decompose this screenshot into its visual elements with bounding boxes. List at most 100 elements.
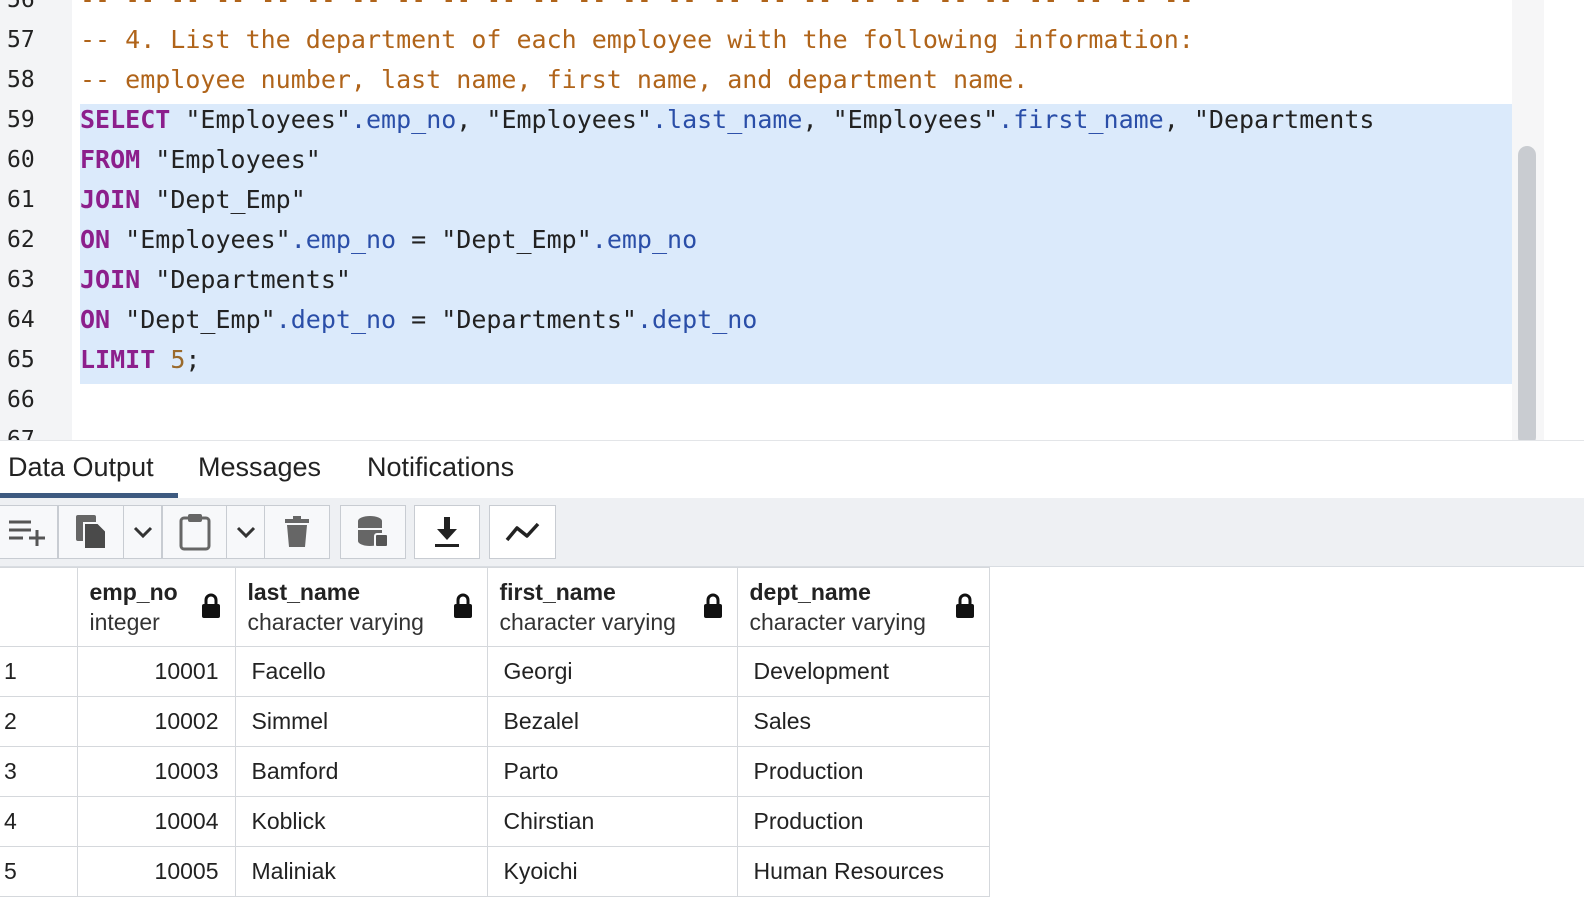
column-name: first_name (499, 579, 616, 605)
column-type: character varying (749, 609, 926, 635)
cell-emp-no[interactable]: 10001 (76, 646, 236, 697)
graph-visualiser-button[interactable] (489, 505, 556, 559)
editor-scrollbar-thumb[interactable] (1518, 146, 1536, 440)
chevron-down-icon (133, 525, 153, 539)
row-number[interactable]: 5 (0, 846, 78, 897)
table-row[interactable]: 1 10001 Facello Georgi Development (0, 646, 990, 697)
result-grid: emp_no integer last_name character varyi… (0, 567, 990, 897)
cell-first-name[interactable]: Georgi (486, 646, 738, 697)
code-line[interactable]: 58 -- employee number, last name, first n… (0, 60, 1544, 100)
column-header-dept-name[interactable]: dept_name character varying (736, 567, 990, 647)
sql-keyword: FROM (80, 145, 141, 174)
copy-button[interactable] (58, 505, 124, 559)
table-row[interactable]: 2 10002 Simmel Bezalel Sales (0, 696, 990, 747)
tab-notifications[interactable]: Notifications (359, 441, 522, 498)
paste-options-dropdown[interactable] (226, 505, 265, 559)
line-number: 66 (7, 387, 35, 413)
sql-text: = "Dept_Emp" (396, 225, 592, 254)
sql-text: "Employees" (170, 105, 351, 134)
sql-keyword: ON (80, 305, 111, 334)
lock-icon (453, 593, 473, 624)
row-number[interactable]: 1 (0, 646, 78, 697)
line-number: 64 (7, 307, 35, 333)
paste-button[interactable] (162, 505, 227, 559)
cell-last-name[interactable]: Bamford (234, 746, 488, 797)
code-line[interactable]: 63 JOIN "Departments" (0, 260, 1544, 300)
copy-options-dropdown[interactable] (123, 505, 162, 559)
cell-emp-no[interactable]: 10005 (76, 846, 236, 897)
cell-emp-no[interactable]: 10002 (76, 696, 236, 747)
delete-button[interactable] (264, 505, 330, 559)
column-name: last_name (247, 579, 361, 605)
code-line[interactable]: 64 ON "Dept_Emp".dept_no = "Departments".… (0, 300, 1544, 340)
sql-keyword: LIMIT (80, 345, 156, 374)
table-row[interactable]: 5 10005 Maliniak Kyoichi Human Resources (0, 846, 990, 897)
row-number[interactable]: 2 (0, 696, 78, 747)
cell-dept-name[interactable]: Human Resources (736, 846, 990, 897)
sql-keyword: SELECT (80, 105, 171, 134)
sql-text: = "Departments" (396, 305, 637, 334)
line-number: 59 (7, 107, 35, 133)
cell-first-name[interactable]: Bezalel (486, 696, 738, 747)
cell-first-name[interactable]: Kyoichi (486, 846, 738, 897)
cell-dept-name[interactable]: Sales (736, 696, 990, 747)
code-line[interactable]: 61 JOIN "Dept_Emp" (0, 180, 1544, 220)
lock-icon (955, 593, 975, 624)
sql-text: "Departments" (140, 265, 351, 294)
code-text: ON "Employees".emp_no = "Dept_Emp".emp_n… (80, 220, 697, 260)
download-button[interactable] (414, 505, 480, 559)
chevron-down-icon (236, 525, 256, 539)
copy-icon (74, 513, 108, 551)
code-line[interactable]: 66 (0, 380, 1544, 420)
code-line[interactable]: 57 -- 4. List the department of each empl… (0, 20, 1544, 60)
cell-dept-name[interactable]: Production (736, 796, 990, 847)
sql-text: ; (185, 345, 201, 374)
cell-first-name[interactable]: Parto (486, 746, 738, 797)
sql-text: "Employees" (140, 145, 321, 174)
tab-messages[interactable]: Messages (190, 441, 329, 498)
cell-last-name[interactable]: Koblick (234, 796, 488, 847)
column-header-emp-no[interactable]: emp_no integer (76, 567, 236, 647)
code-text: SELECT "Employees".emp_no, "Employees".l… (80, 100, 1374, 140)
code-text: -- 4. List the department of each employ… (80, 20, 1194, 60)
row-number[interactable]: 4 (0, 796, 78, 847)
column-header-first-name[interactable]: first_name character varying (486, 567, 738, 647)
table-row[interactable]: 4 10004 Koblick Chirstian Production (0, 796, 990, 847)
sql-number: 5 (170, 345, 186, 374)
cell-dept-name[interactable]: Development (736, 646, 990, 697)
sql-text: "Dept_Emp" (110, 305, 276, 334)
cell-dept-name[interactable]: Production (736, 746, 990, 797)
cell-last-name[interactable]: Maliniak (234, 846, 488, 897)
sql-keyword: JOIN (80, 265, 141, 294)
tab-data-output[interactable]: Data Output (0, 441, 178, 498)
cell-first-name[interactable]: Chirstian (486, 796, 738, 847)
code-line[interactable]: 56 -- -- -- -- -- -- -- -- -- -- -- -- --… (0, 0, 1544, 20)
cell-last-name[interactable]: Simmel (234, 696, 488, 747)
code-text: -- employee number, last name, first nam… (80, 60, 1028, 100)
line-number: 57 (7, 27, 35, 53)
cell-emp-no[interactable]: 10004 (76, 796, 236, 847)
sql-comment: -- 4. List the department of each employ… (80, 25, 1194, 54)
sql-text: "Employees" (110, 225, 291, 254)
code-line[interactable]: 60 FROM "Employees" (0, 140, 1544, 180)
result-tabs: Data Output Messages Notifications (0, 440, 1584, 499)
lock-icon (201, 593, 221, 624)
add-row-button[interactable] (0, 505, 58, 559)
code-text: JOIN "Departments" (80, 260, 351, 300)
download-icon (433, 516, 461, 548)
save-data-button[interactable] (340, 505, 406, 559)
code-line[interactable]: 59 SELECT "Employees".emp_no, "Employees"… (0, 100, 1544, 140)
code-text: LIMIT 5; (80, 340, 200, 380)
table-row[interactable]: 3 10003 Bamford Parto Production (0, 746, 990, 797)
column-header-last-name[interactable]: last_name character varying (234, 567, 488, 647)
cell-last-name[interactable]: Facello (234, 646, 488, 697)
code-line[interactable]: 65 LIMIT 5; (0, 340, 1544, 380)
code-line[interactable]: 62 ON "Employees".emp_no = "Dept_Emp".emp… (0, 220, 1544, 260)
code-lines[interactable]: 56 -- -- -- -- -- -- -- -- -- -- -- -- --… (0, 0, 1544, 440)
line-number: 61 (7, 187, 35, 213)
cell-emp-no[interactable]: 10003 (76, 746, 236, 797)
row-number[interactable]: 3 (0, 746, 78, 797)
code-line[interactable]: 67 (0, 420, 1544, 440)
sql-editor[interactable]: 56 -- -- -- -- -- -- -- -- -- -- -- -- --… (0, 0, 1584, 440)
